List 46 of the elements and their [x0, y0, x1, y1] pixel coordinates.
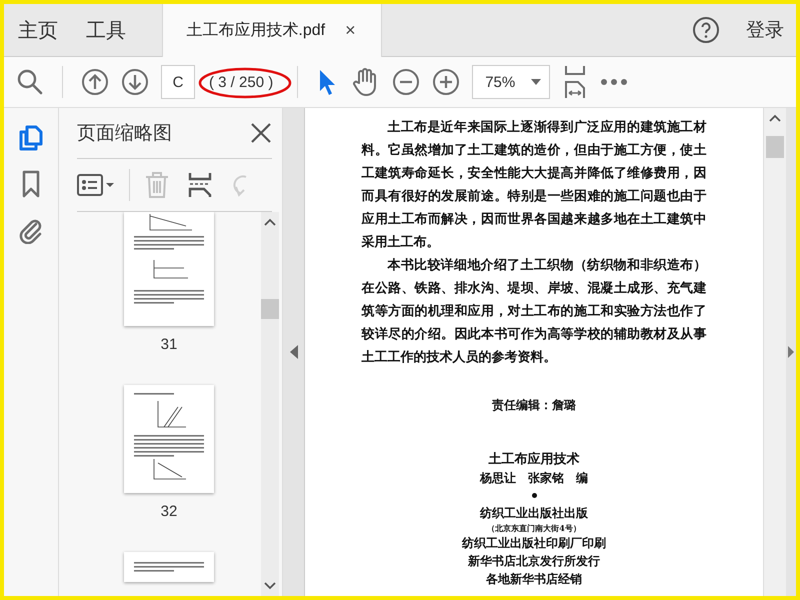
scroll-down-icon[interactable]	[264, 582, 276, 590]
nav-tab[interactable]: 工具	[72, 4, 140, 56]
document-scrollbar[interactable]	[763, 108, 786, 596]
scroll-thumb[interactable]	[261, 299, 279, 319]
insert-page-icon[interactable]	[188, 171, 212, 199]
book-title: 土工布应用技术	[488, 450, 580, 468]
imprint-line: 纺织工业出版社出版	[480, 505, 588, 522]
page-thumbnail[interactable]	[124, 552, 214, 582]
page-count: ( 3 / 250 )	[203, 74, 280, 90]
editor-credit: 责任编辑：詹璐	[492, 397, 576, 414]
arrow-up-icon[interactable]	[81, 68, 109, 96]
close-tab-button[interactable]: ×	[343, 20, 358, 41]
zoom-dropdown[interactable]: 75%	[472, 65, 550, 99]
options-menu-icon[interactable]	[77, 173, 115, 197]
document-tab[interactable]: 土工布应用技术.pdf ×	[162, 4, 382, 57]
nav-tab[interactable]: 主页	[4, 4, 72, 56]
thumbnail-scrollbar[interactable]	[261, 212, 279, 596]
zoom-out-icon[interactable]	[392, 68, 420, 96]
author-line: 杨思让 张家铭 编	[480, 470, 588, 487]
panel-title: 页面缩略图	[77, 122, 172, 146]
search-icon[interactable]	[16, 68, 44, 96]
zoom-in-icon[interactable]	[432, 68, 460, 96]
expand-panel-icon[interactable]	[788, 346, 794, 358]
page-number: 31	[160, 336, 178, 353]
collapse-panel-icon[interactable]	[290, 345, 298, 359]
imprint-line: （北京东直门南大街4号）	[487, 522, 581, 534]
imprint-line: 新华书店北京发行所发行	[468, 553, 600, 570]
caret-icon	[531, 79, 542, 85]
more-icon[interactable]	[600, 78, 628, 86]
body-paragraph: 土工布是近年来国际上逐渐得到广泛应用的建筑施工材料。它虽然增加了土工建筑的造价，但由于施工方便，使土工建筑寿命延长，安全性能大大提高并降低了维修费用，因而具有很好的发展前途。特别是一些困难的施工问题也由于应用土工布而解决，因而世界各国越来越多地在土工建筑中采用土工布。	[362, 118, 706, 252]
page-thumbnail[interactable]	[124, 212, 214, 326]
imprint-line: 纺织工业出版社印刷厂印刷	[462, 535, 606, 552]
bullet-dot	[532, 493, 536, 498]
scroll-up-icon[interactable]	[264, 218, 276, 226]
sign-in-button[interactable]: 登录	[740, 16, 790, 44]
arrow-down-icon[interactable]	[121, 68, 149, 96]
scroll-thumb[interactable]	[766, 136, 784, 158]
help-icon[interactable]	[692, 16, 720, 44]
scroll-up-icon[interactable]	[769, 114, 781, 122]
close-icon[interactable]	[250, 122, 272, 144]
page-number: 32	[160, 503, 178, 520]
imprint-line: 各地新华书店经销	[486, 571, 582, 588]
document-title: 土工布应用技术.pdf	[186, 20, 326, 41]
page-thumbnail[interactable]	[124, 385, 214, 493]
page-number-field[interactable]: C	[161, 65, 195, 99]
body-paragraph: 本书比较详细地介绍了土工织物（纺织物和非织造布）在公路、铁路、排水沟、堤坝、岸坡、混凝土成形、充气建筑等方面的机理和应用，对土工布的施工和实验方法也作了较详尽的介绍。因此本书可作为高等学校的辅助教材及从事土工工作的技术人员的参考资料。	[362, 256, 706, 367]
